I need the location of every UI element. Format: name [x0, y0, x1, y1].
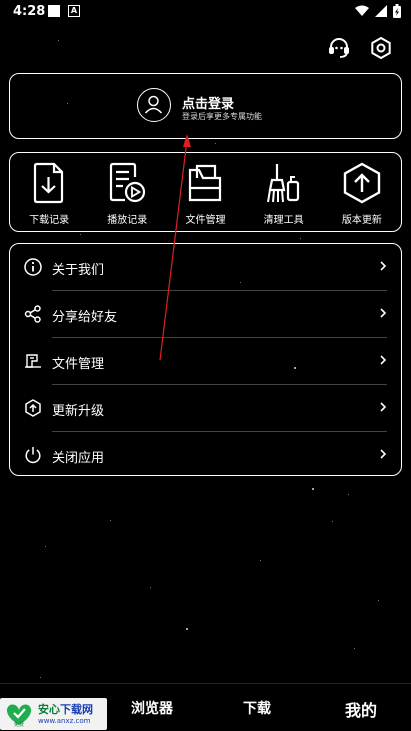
- menu-item-close-app[interactable]: 关闭应用: [10, 432, 403, 478]
- menu-item-label: 关于我们: [52, 263, 105, 278]
- menu-item-about[interactable]: 关于我们: [10, 244, 403, 290]
- tool-version-update[interactable]: 版本更新: [327, 162, 397, 226]
- user-icon: [144, 95, 163, 114]
- notification-a-icon: A: [68, 5, 80, 17]
- chevron-right-icon: [380, 402, 387, 412]
- watermark-url: www.anxz.com: [38, 717, 91, 725]
- notification-square-icon: [48, 5, 60, 17]
- status-bar: 4:28 A: [0, 0, 411, 24]
- tool-clean[interactable]: 清理工具: [249, 162, 319, 226]
- tool-play-records[interactable]: 播放记录: [92, 162, 162, 226]
- tool-download-records[interactable]: 下载记录: [14, 162, 84, 226]
- info-icon: [24, 258, 42, 276]
- wifi-icon: [355, 5, 369, 16]
- chevron-right-icon: [380, 449, 387, 459]
- avatar: [137, 88, 171, 122]
- watermark-badge: 免费: [14, 721, 24, 727]
- watermark-logo-icon: 免费: [6, 704, 32, 727]
- battery-icon: [393, 4, 401, 18]
- nav-browser[interactable]: 浏览器: [131, 698, 173, 718]
- login-title: 点击登录: [182, 97, 235, 112]
- login-card[interactable]: 点击登录 登录后享更多专属功能: [9, 73, 402, 139]
- folder-icon: [189, 164, 222, 202]
- share-icon: [24, 305, 41, 323]
- watermark-name: 安心下载网: [38, 701, 93, 717]
- customer-service-icon[interactable]: [327, 36, 351, 60]
- menu-item-label: 更新升级: [52, 404, 105, 419]
- status-time: 4:28: [13, 4, 46, 19]
- settings-icon[interactable]: [369, 36, 393, 60]
- menu-item-label: 文件管理: [52, 357, 105, 372]
- upgrade-icon: [25, 399, 41, 417]
- tool-label: 下载记录: [29, 215, 70, 226]
- tool-label: 文件管理: [185, 215, 226, 226]
- menu-item-share[interactable]: 分享给好友: [10, 291, 403, 337]
- tool-label: 版本更新: [341, 215, 382, 226]
- signal-icon: [375, 5, 387, 17]
- download-file-icon: [33, 162, 64, 204]
- play-history-icon: [110, 162, 146, 203]
- menu-item-label: 关闭应用: [52, 451, 105, 466]
- nav-mine[interactable]: 我的: [345, 697, 377, 721]
- login-subtitle: 登录后享更多专属功能: [182, 112, 262, 121]
- watermark-name-a: 安心: [38, 703, 60, 716]
- menu-item-label: 分享给好友: [52, 310, 118, 325]
- power-icon: [25, 447, 41, 464]
- file-manage-icon: [25, 354, 41, 368]
- tool-label: 播放记录: [107, 215, 148, 226]
- chevron-right-icon: [380, 308, 387, 318]
- tool-file-manage[interactable]: 文件管理: [170, 162, 240, 226]
- nav-download[interactable]: 下载: [243, 698, 271, 718]
- watermark: 免费 安心下载网 www.anxz.com: [0, 698, 107, 730]
- tool-label: 清理工具: [263, 215, 304, 226]
- menu-item-upgrade[interactable]: 更新升级: [10, 385, 403, 431]
- menu-item-file-manage[interactable]: 文件管理: [10, 338, 403, 384]
- tools-grid: 下载记录 播放记录 文件管理 清理工具 版本更新: [9, 152, 402, 232]
- chevron-right-icon: [380, 261, 387, 271]
- watermark-name-b: 下载网: [60, 703, 93, 716]
- broom-clean-icon: [266, 164, 299, 203]
- chevron-right-icon: [380, 355, 387, 365]
- update-arrow-icon: [343, 162, 381, 204]
- settings-menu: 关于我们 分享给好友 文件管理 更新升级 关闭应用: [9, 243, 402, 476]
